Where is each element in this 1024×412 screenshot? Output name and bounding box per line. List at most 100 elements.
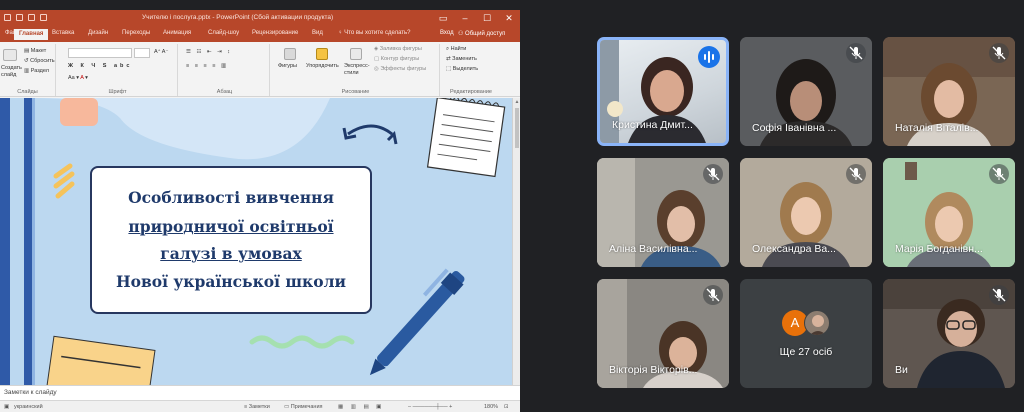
participant-tile-3[interactable]: Наталія Віталів... — [883, 37, 1015, 146]
reset-button[interactable]: ↺ Сбросить — [24, 58, 55, 64]
notes-toggle[interactable]: ≡ Заметки — [244, 404, 270, 410]
paragraph-group: ☰ ☷ ⇤ ⇥ ↕ ≡ ≡ ≡ ≡ ▥ Абзац — [180, 44, 270, 96]
arrange-icon[interactable] — [316, 48, 328, 60]
fit-slide-icon[interactable]: ⊡ — [504, 404, 509, 410]
comments-toggle[interactable]: ▭ Примечания — [284, 404, 323, 410]
undo-icon[interactable] — [16, 14, 23, 21]
status-bar: ▣ украинский ≡ Заметки ▭ Примечания ▦ ▥ … — [0, 400, 520, 412]
section-label: Раздел — [30, 68, 49, 74]
editing-group: ⌕ Найти ⇄ Заменить ⬚ Выделить Редактиров… — [442, 44, 500, 96]
slides-group-label: Слайды — [17, 89, 38, 95]
status-language-icon: ▣ — [4, 404, 10, 410]
zoom-level[interactable]: 180% — [484, 404, 498, 410]
replace-button[interactable]: ⇄ Заменить — [446, 56, 477, 62]
participant-tile-4[interactable]: Аліна Василівна... — [597, 158, 729, 267]
font-name-input[interactable] — [68, 48, 132, 58]
tab-view[interactable]: Вид — [312, 30, 323, 36]
tab-animations[interactable]: Анимация — [163, 30, 191, 36]
muted-mic-icon — [703, 164, 723, 184]
tab-home[interactable]: Главная — [14, 29, 49, 40]
find-button[interactable]: ⌕ Найти — [446, 46, 466, 53]
avatar — [804, 310, 830, 336]
minimize-icon[interactable]: – — [460, 12, 470, 24]
participant-tile-6[interactable]: Марія Богданівн... — [883, 158, 1015, 267]
shape-outline-label: Контур фигуры — [380, 56, 420, 62]
participant-tile-5[interactable]: Олександра Ва... — [740, 158, 872, 267]
slideshow-start-icon[interactable] — [40, 14, 47, 21]
save-icon[interactable] — [4, 14, 11, 21]
select-button[interactable]: ⬚ Выделить — [446, 66, 478, 72]
slide-canvas[interactable]: Особливості вивчення природничої освітнь… — [0, 98, 512, 385]
layout-button[interactable]: ▤ Макет — [24, 48, 46, 54]
tell-me-text: Что вы хотите сделать? — [344, 30, 411, 36]
status-language[interactable]: украинский — [14, 404, 43, 410]
participant-name: Ви — [895, 364, 908, 376]
font-group: A⁺ A⁻ Ж К Ч S abc Aa ▾ A ▾ Шрифт — [58, 44, 178, 96]
paragraph-group-label: Абзац — [216, 89, 233, 95]
slide-title-box[interactable]: Особливості вивчення природничої освітнь… — [90, 166, 372, 314]
more-participants-label: Ще 27 осіб — [779, 346, 833, 358]
font-color-button[interactable]: Aa ▾ A ▾ — [68, 75, 88, 81]
participant-tile-2[interactable]: Софія Іванівна ... — [740, 37, 872, 146]
close-icon[interactable]: ✕ — [504, 12, 514, 24]
shapes-button[interactable]: Фигуры — [278, 63, 297, 69]
shape-effects-button[interactable]: ◎ Эффекты фигуры — [374, 66, 426, 72]
participant-tile-1[interactable]: Кристина Дмит... — [597, 37, 729, 146]
section-button[interactable]: ▥ Раздел — [24, 68, 49, 74]
shapes-icon[interactable] — [284, 48, 296, 60]
tab-review[interactable]: Рецензирование — [252, 30, 298, 36]
screen: Учителю і послуга.pptx - PowerPoint (Сбо… — [0, 0, 1024, 412]
quick-styles-button[interactable]: Экспресс-стили — [344, 63, 370, 77]
ribbon: Создать слайд ▤ Макет ↺ Сбросить ▥ Разде… — [0, 42, 520, 97]
redo-icon[interactable] — [28, 14, 35, 21]
font-format-buttons[interactable]: Ж К Ч S abc — [68, 63, 132, 69]
reset-label: Сбросить — [30, 58, 55, 64]
shape-outline-button[interactable]: ▢ Контур фигуры — [374, 56, 419, 62]
new-slide-icon[interactable] — [3, 49, 17, 61]
ribbon-display-icon[interactable]: ▭ — [438, 12, 448, 24]
tab-transitions[interactable]: Переходы — [122, 30, 150, 36]
share-label: Общий доступ — [465, 31, 506, 37]
window-controls: ▭ – ☐ ✕ — [438, 12, 514, 24]
font-size-input[interactable] — [134, 48, 150, 58]
participant-tile-self[interactable]: Ви — [883, 279, 1015, 388]
slide-title-line-3: галузі в умовах — [160, 244, 302, 263]
shape-fill-button[interactable]: ◈ Заливка фигуры — [374, 46, 422, 52]
muted-mic-icon — [989, 285, 1009, 305]
layout-label: Макет — [30, 48, 47, 54]
slide-title-line-2: природничої освітньої — [128, 217, 334, 236]
zoom-slider[interactable]: – ──────┼── + — [408, 404, 452, 410]
vertical-scrollbar[interactable]: ▲ — [512, 98, 520, 385]
scroll-up-icon[interactable]: ▲ — [514, 99, 520, 105]
view-buttons[interactable]: ▦ ▥ ▤ ▣ — [338, 404, 384, 410]
notes-pane[interactable]: Заметки к слайду — [0, 385, 520, 400]
align-buttons[interactable]: ≡ ≡ ≡ ≡ ▥ — [186, 63, 228, 69]
speaking-indicator-icon — [698, 46, 720, 68]
quick-styles-icon[interactable] — [350, 48, 362, 60]
font-grow-shrink[interactable]: A⁺ A⁻ — [154, 49, 168, 55]
maximize-icon[interactable]: ☐ — [482, 12, 492, 24]
window-title: Учителю і послуга.pptx - PowerPoint (Сбо… — [142, 14, 334, 21]
list-buttons[interactable]: ☰ ☷ ⇤ ⇥ ↕ — [186, 49, 232, 55]
share-button[interactable]: ⚇ Общий доступ — [458, 30, 505, 37]
tab-slideshow[interactable]: Слайд-шоу — [208, 30, 239, 36]
notes-placeholder: Заметки к слайду — [4, 389, 57, 396]
more-participants-avatars: А — [782, 310, 832, 338]
slide-title-line-4: Нової української школи — [116, 272, 346, 291]
sign-in-link[interactable]: Вход — [440, 30, 454, 36]
tab-design[interactable]: Дизайн — [88, 30, 108, 36]
tell-me-search[interactable]: ♀ Что вы хотите сделать? — [338, 30, 411, 36]
participant-name: Софія Іванівна ... — [752, 122, 837, 134]
muted-mic-icon — [989, 43, 1009, 63]
tab-insert[interactable]: Вставка — [52, 30, 74, 36]
comments-toggle-label: Примечания — [290, 404, 323, 410]
scroll-thumb[interactable] — [515, 108, 519, 148]
more-participants-tile[interactable]: А Ще 27 осіб — [740, 279, 872, 388]
participant-name: Олександра Ва... — [752, 243, 836, 255]
participant-name: Аліна Василівна... — [609, 243, 698, 255]
arrange-button[interactable]: Упорядочить — [306, 63, 339, 69]
new-slide-button[interactable]: Создать слайд — [1, 65, 22, 79]
participant-tile-7[interactable]: Вікторія Вікторів... — [597, 279, 729, 388]
shape-effects-label: Эффекты фигуры — [380, 66, 427, 72]
find-label: Найти — [450, 46, 467, 52]
